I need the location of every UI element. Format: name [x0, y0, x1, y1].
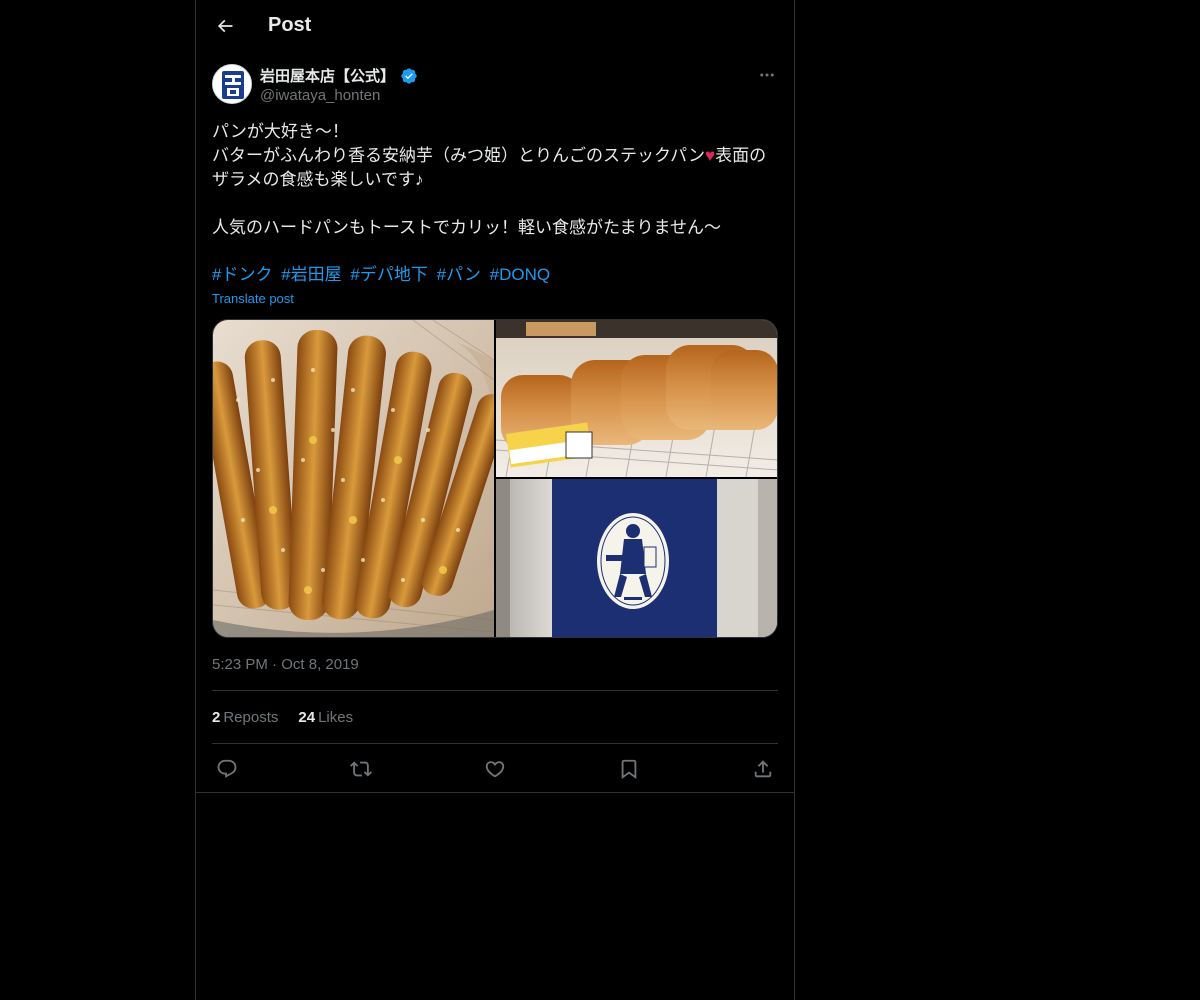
bookmark-button[interactable]	[614, 755, 644, 783]
divider	[196, 792, 794, 793]
hashtag-link[interactable]: #パン	[437, 265, 481, 284]
repost-icon	[350, 761, 372, 777]
avatar[interactable]	[212, 64, 252, 104]
reposts-stat[interactable]: 2 Reposts	[212, 709, 278, 726]
engagement-stats: 2 Reposts 24 Likes	[212, 709, 353, 726]
author-block: 岩田屋本店【公式】 @iwataya_honten	[212, 64, 778, 108]
hashtag-row: #ドンク #岩田屋 #デパ地下 #パン #DONQ	[212, 263, 554, 287]
photo-pastry-sticks[interactable]	[213, 320, 494, 637]
like-icon	[485, 761, 505, 778]
reply-button[interactable]	[212, 755, 242, 783]
display-name[interactable]: 岩田屋本店【公式】	[260, 65, 395, 86]
likes-label: Likes	[318, 709, 354, 726]
share-icon	[754, 760, 772, 778]
arrow-left-icon	[217, 19, 233, 33]
tweet-line	[212, 192, 772, 216]
reply-icon	[217, 759, 237, 778]
likes-stat[interactable]: 24 Likes	[298, 709, 353, 726]
repost-button[interactable]	[346, 755, 376, 783]
bookmark-icon	[621, 759, 637, 780]
post-timestamp: 5:23 PM · Oct 8, 2019	[212, 656, 359, 673]
tweet-line: パンが大好き〜！	[212, 122, 349, 141]
post-header: Post	[196, 0, 794, 54]
heart-emoji-icon: ♥	[705, 146, 716, 165]
divider	[212, 743, 778, 744]
iwataya-logo	[213, 65, 251, 103]
translate-post-link[interactable]: Translate post	[212, 291, 294, 306]
media-grid	[212, 319, 778, 638]
tweet-line: 人気のハードパンもトーストでカリッ！軽い食感がたまりません〜	[212, 218, 721, 237]
post-time[interactable]: 5:23 PM	[212, 656, 268, 673]
tweet-text: パンが大好き〜！ バターがふんわり香る安納芋（みつ姫）とりんごのステックパン♥表…	[212, 120, 772, 240]
timestamp-separator: ·	[272, 656, 278, 673]
like-button[interactable]	[480, 755, 510, 783]
more-dots-icon	[760, 73, 774, 77]
more-options-button[interactable]	[756, 65, 778, 85]
hashtag-link[interactable]: #ドンク	[212, 265, 272, 284]
hashtag-link[interactable]: #DONQ	[490, 265, 550, 284]
name-row: 岩田屋本店【公式】	[260, 65, 418, 86]
likes-count: 24	[298, 709, 316, 726]
hashtag-link[interactable]: #岩田屋	[281, 265, 341, 284]
action-bar	[212, 755, 778, 783]
divider	[212, 690, 778, 691]
back-button[interactable]	[208, 9, 242, 43]
page-title: Post	[268, 14, 312, 36]
verified-badge-icon	[401, 67, 417, 84]
photo-donq-sign[interactable]	[496, 479, 777, 637]
photo-bread-loaves[interactable]	[496, 320, 777, 477]
hashtag-link[interactable]: #デパ地下	[350, 265, 427, 284]
main-column: Post 岩田屋本店【公式】 @iwataya_honten パンが大好き〜！ …	[195, 0, 795, 1000]
tweet-line: バターがふんわり香る安納芋（みつ姫）とりんごのステックパン♥表面のザラメの食感も…	[212, 146, 767, 189]
share-button[interactable]	[748, 755, 778, 783]
post-date[interactable]: Oct 8, 2019	[281, 656, 359, 673]
reposts-count: 2	[212, 709, 221, 726]
user-handle[interactable]: @iwataya_honten	[260, 87, 380, 104]
reposts-label: Reposts	[223, 709, 279, 726]
